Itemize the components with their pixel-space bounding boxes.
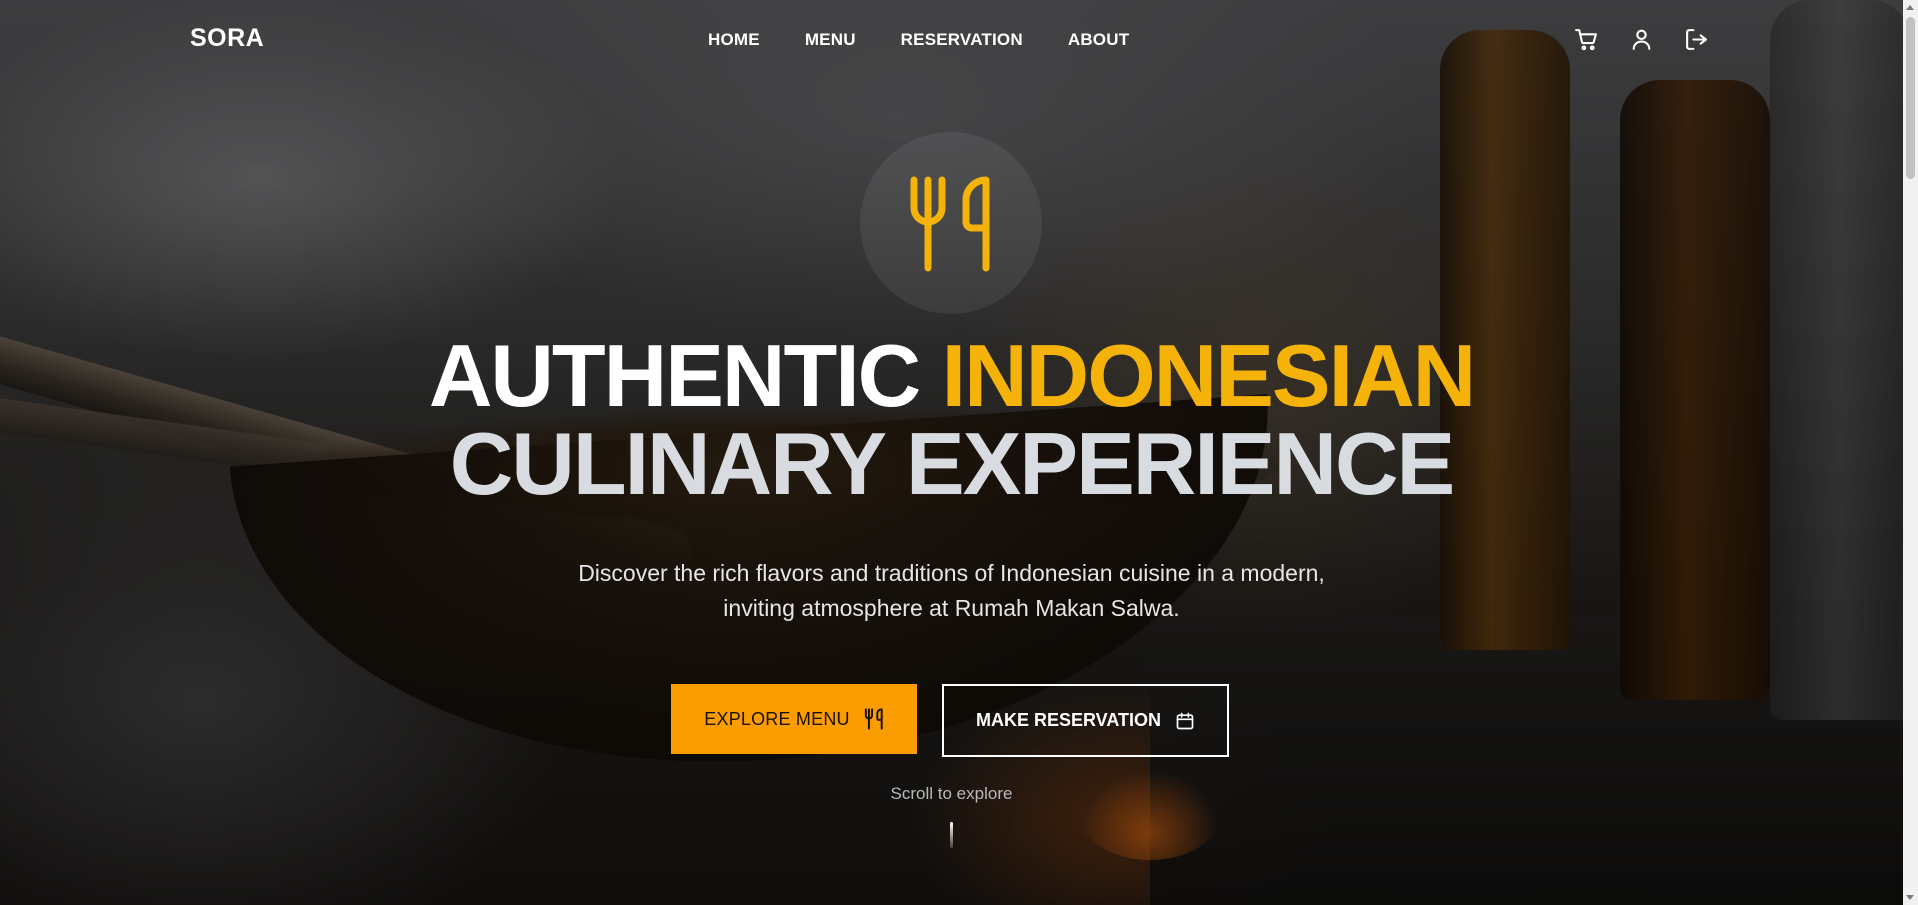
user-icon[interactable] [1629,27,1654,52]
hero-emblem [860,132,1042,314]
page: SORA HOME MENU RESERVATION ABOUT AUTHENT… [0,0,1918,905]
make-reservation-button[interactable]: MAKE RESERVATION [942,684,1229,757]
page-scrollbar[interactable] [1903,0,1918,905]
hero-subtitle: Discover the rich flavors and traditions… [0,556,1903,626]
explore-menu-label: EXPLORE MENU [704,708,850,729]
explore-menu-button[interactable]: EXPLORE MENU [671,684,917,754]
utensils-icon [910,176,990,272]
navbar: SORA HOME MENU RESERVATION ABOUT [0,0,1903,80]
nav-links: HOME MENU RESERVATION ABOUT [708,30,1129,50]
nav-link-menu[interactable]: MENU [805,30,856,50]
headline-accent: INDONESIAN [941,326,1476,425]
cart-icon[interactable] [1574,27,1599,52]
logout-icon[interactable] [1684,27,1709,52]
make-reservation-label: MAKE RESERVATION [975,710,1162,730]
hero-headline: AUTHENTIC INDONESIAN CULINARY EXPERIENCE [0,332,1903,508]
nav-link-reservation[interactable]: RESERVATION [901,30,1023,50]
brand-logo[interactable]: SORA [190,24,264,53]
scroll-down-icon[interactable] [1906,895,1914,900]
headline-part1: AUTHENTIC [428,326,942,425]
nav-icons [1574,27,1709,52]
nav-link-about[interactable]: ABOUT [1068,30,1129,50]
scroll-up-icon[interactable] [1906,5,1914,10]
subtitle-line2: inviting atmosphere at Rumah Makan Salwa… [723,595,1180,621]
scrollbar-thumb[interactable] [1906,17,1915,179]
nav-link-home[interactable]: HOME [708,30,760,50]
scroll-indicator [950,822,953,848]
subtitle-line1: Discover the rich flavors and traditions… [578,560,1325,586]
utensils-icon [864,708,883,730]
calendar-icon [1176,712,1194,729]
scroll-hint: Scroll to explore [890,784,1013,803]
headline-line2: CULINARY EXPERIENCE [449,414,1456,513]
